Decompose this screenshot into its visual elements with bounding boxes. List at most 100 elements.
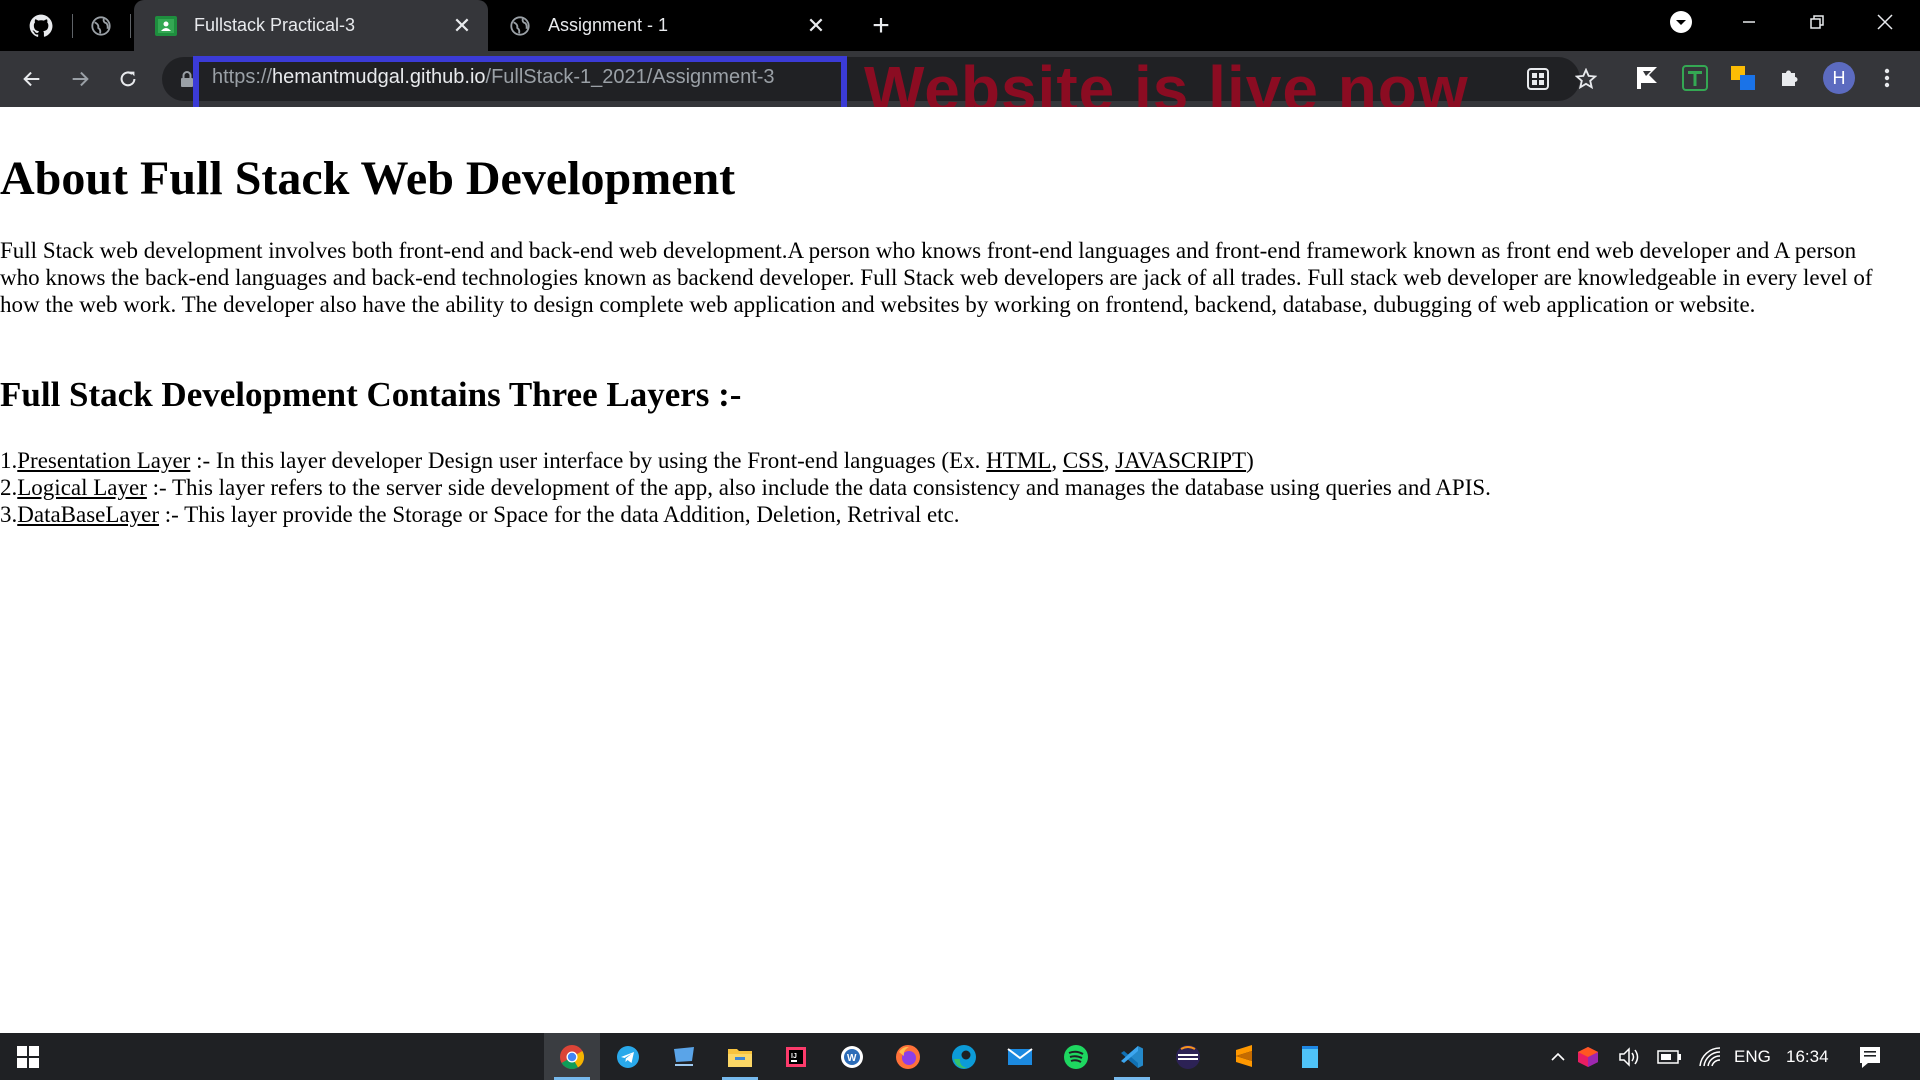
profile-avatar[interactable]: H bbox=[1823, 62, 1855, 94]
taskbar-sublime[interactable] bbox=[1216, 1033, 1272, 1080]
qr-code-button[interactable] bbox=[1520, 61, 1556, 97]
chrome-icon bbox=[560, 1044, 585, 1069]
pinned-tab-github[interactable] bbox=[12, 0, 70, 51]
taskbar-intellij[interactable]: IJ bbox=[768, 1033, 824, 1080]
layers-heading: Full Stack Development Contains Three La… bbox=[0, 375, 742, 414]
svg-text:IJ: IJ bbox=[791, 1053, 797, 1060]
forward-button[interactable] bbox=[62, 61, 98, 97]
extension-t-button[interactable] bbox=[1680, 63, 1710, 93]
battery-icon bbox=[1657, 1049, 1681, 1064]
taskbar-firefox[interactable] bbox=[880, 1033, 936, 1080]
extension-flag-button[interactable] bbox=[1632, 63, 1662, 93]
back-button[interactable] bbox=[14, 61, 50, 97]
github-icon bbox=[29, 14, 53, 37]
reload-button[interactable] bbox=[110, 61, 146, 97]
layer-number: 3. bbox=[0, 502, 18, 527]
taskbar-mail[interactable] bbox=[992, 1033, 1048, 1080]
intellij-icon: IJ bbox=[786, 1046, 806, 1067]
flag-extension-icon bbox=[1637, 67, 1657, 89]
chevron-down-circle-icon bbox=[1670, 11, 1692, 33]
notification-icon bbox=[1860, 1046, 1880, 1068]
tab-title: Assignment - 1 bbox=[548, 15, 669, 35]
taskbar-notepad[interactable] bbox=[1282, 1033, 1338, 1080]
telegram-icon bbox=[617, 1045, 639, 1068]
language-indicator[interactable]: ENG bbox=[1734, 1047, 1771, 1067]
layer-description: :- This layer provide the Storage or Spa… bbox=[159, 502, 960, 527]
start-button[interactable] bbox=[0, 1033, 56, 1080]
firefox-icon bbox=[896, 1044, 920, 1069]
file-explorer-icon bbox=[728, 1048, 752, 1067]
windows-taskbar: IJ W ENG 16:34 bbox=[0, 1033, 1920, 1080]
layer-item-presentation: 1.Presentation Layer :- In this layer de… bbox=[0, 448, 1254, 473]
kebab-menu-icon bbox=[1884, 68, 1890, 88]
intro-paragraph: Full Stack web development involves both… bbox=[0, 238, 1873, 317]
wifi-button[interactable] bbox=[1690, 1033, 1730, 1080]
volume-button[interactable] bbox=[1610, 1033, 1650, 1080]
tab-assignment-1[interactable]: Assignment - 1 ✕ bbox=[488, 0, 842, 51]
javascript-link[interactable]: JAVASCRIPT bbox=[1115, 448, 1246, 473]
web-page: About Full Stack Web Development Full St… bbox=[0, 107, 1920, 1033]
svg-text:W: W bbox=[847, 1053, 857, 1064]
taskbar-eclipse[interactable] bbox=[1160, 1033, 1216, 1080]
edge-icon bbox=[952, 1044, 976, 1069]
layer-description: :- This layer refers to the server side … bbox=[146, 475, 1491, 500]
taskbar-file-explorer[interactable] bbox=[712, 1033, 768, 1080]
speaker-icon bbox=[1619, 1046, 1639, 1067]
tray-app-button[interactable] bbox=[1568, 1033, 1608, 1080]
presentation-layer-link[interactable]: Presentation Layer bbox=[17, 448, 190, 473]
notepad-icon bbox=[1302, 1045, 1318, 1068]
taskbar-telegram[interactable] bbox=[600, 1033, 656, 1080]
html-link[interactable]: HTML bbox=[986, 448, 1051, 473]
taskbar-wordpad[interactable]: W bbox=[824, 1033, 880, 1080]
close-tab-icon[interactable]: ✕ bbox=[802, 12, 830, 40]
qr-code-icon bbox=[1527, 68, 1549, 90]
eclipse-icon bbox=[1176, 1044, 1200, 1069]
layer-description: :- In this layer developer Design user i… bbox=[190, 448, 987, 473]
pinned-tab-globe[interactable] bbox=[72, 0, 130, 51]
taskbar-edge[interactable] bbox=[936, 1033, 992, 1080]
new-tab-button[interactable]: + bbox=[864, 9, 898, 43]
taskbar-chrome[interactable] bbox=[544, 1033, 600, 1080]
tab-search-button[interactable] bbox=[1652, 0, 1710, 44]
tab-title: Fullstack Practical-3 bbox=[194, 15, 356, 35]
page-title: About Full Stack Web Development bbox=[0, 152, 736, 205]
extensions-button[interactable] bbox=[1775, 63, 1805, 93]
spotify-icon bbox=[1064, 1044, 1088, 1069]
windows-logo-icon bbox=[17, 1045, 39, 1068]
arrow-right-icon bbox=[72, 71, 89, 87]
restore-button[interactable] bbox=[1788, 0, 1846, 44]
tab-strip: Fullstack Practical-3 ✕ Assignment - 1 ✕… bbox=[0, 0, 1920, 51]
clock[interactable]: 16:34 bbox=[1786, 1047, 1829, 1067]
close-window-button[interactable] bbox=[1856, 0, 1914, 44]
database-layer-link[interactable]: DataBaseLayer bbox=[17, 502, 159, 527]
globe-icon bbox=[508, 14, 532, 38]
word-pad-icon: W bbox=[841, 1045, 863, 1068]
logical-layer-link[interactable]: Logical Layer bbox=[17, 475, 147, 500]
extension-squares-button[interactable] bbox=[1728, 63, 1758, 93]
menu-button[interactable] bbox=[1872, 63, 1902, 93]
squares-extension-icon bbox=[1731, 66, 1755, 90]
taskbar-vscode[interactable] bbox=[1104, 1033, 1160, 1080]
close-tab-icon[interactable]: ✕ bbox=[448, 12, 476, 40]
battery-button[interactable] bbox=[1650, 1033, 1690, 1080]
layer-item-database: 3.DataBaseLayer :- This layer provide th… bbox=[0, 501, 1491, 528]
closing-paren: ) bbox=[1246, 448, 1254, 473]
css-link[interactable]: CSS bbox=[1063, 448, 1104, 473]
taskbar-remote-desktop[interactable] bbox=[656, 1033, 712, 1080]
close-icon bbox=[1877, 14, 1893, 30]
reload-icon bbox=[120, 71, 136, 87]
vscode-icon bbox=[1121, 1045, 1143, 1068]
bookmark-button[interactable] bbox=[1568, 61, 1604, 97]
puzzle-icon bbox=[1782, 70, 1798, 86]
remote-desktop-icon bbox=[674, 1046, 694, 1066]
action-center-button[interactable] bbox=[1842, 1033, 1898, 1080]
t-extension-icon bbox=[1682, 65, 1708, 91]
arrow-left-icon bbox=[23, 71, 40, 87]
tab-fullstack-practical[interactable]: Fullstack Practical-3 ✕ bbox=[134, 0, 488, 51]
google-classroom-icon bbox=[154, 14, 178, 38]
taskbar-spotify[interactable] bbox=[1048, 1033, 1104, 1080]
minimize-button[interactable] bbox=[1720, 0, 1778, 44]
layer-number: 2. bbox=[0, 475, 18, 500]
chevron-up-icon bbox=[1551, 1052, 1565, 1061]
lock-icon bbox=[181, 71, 193, 87]
